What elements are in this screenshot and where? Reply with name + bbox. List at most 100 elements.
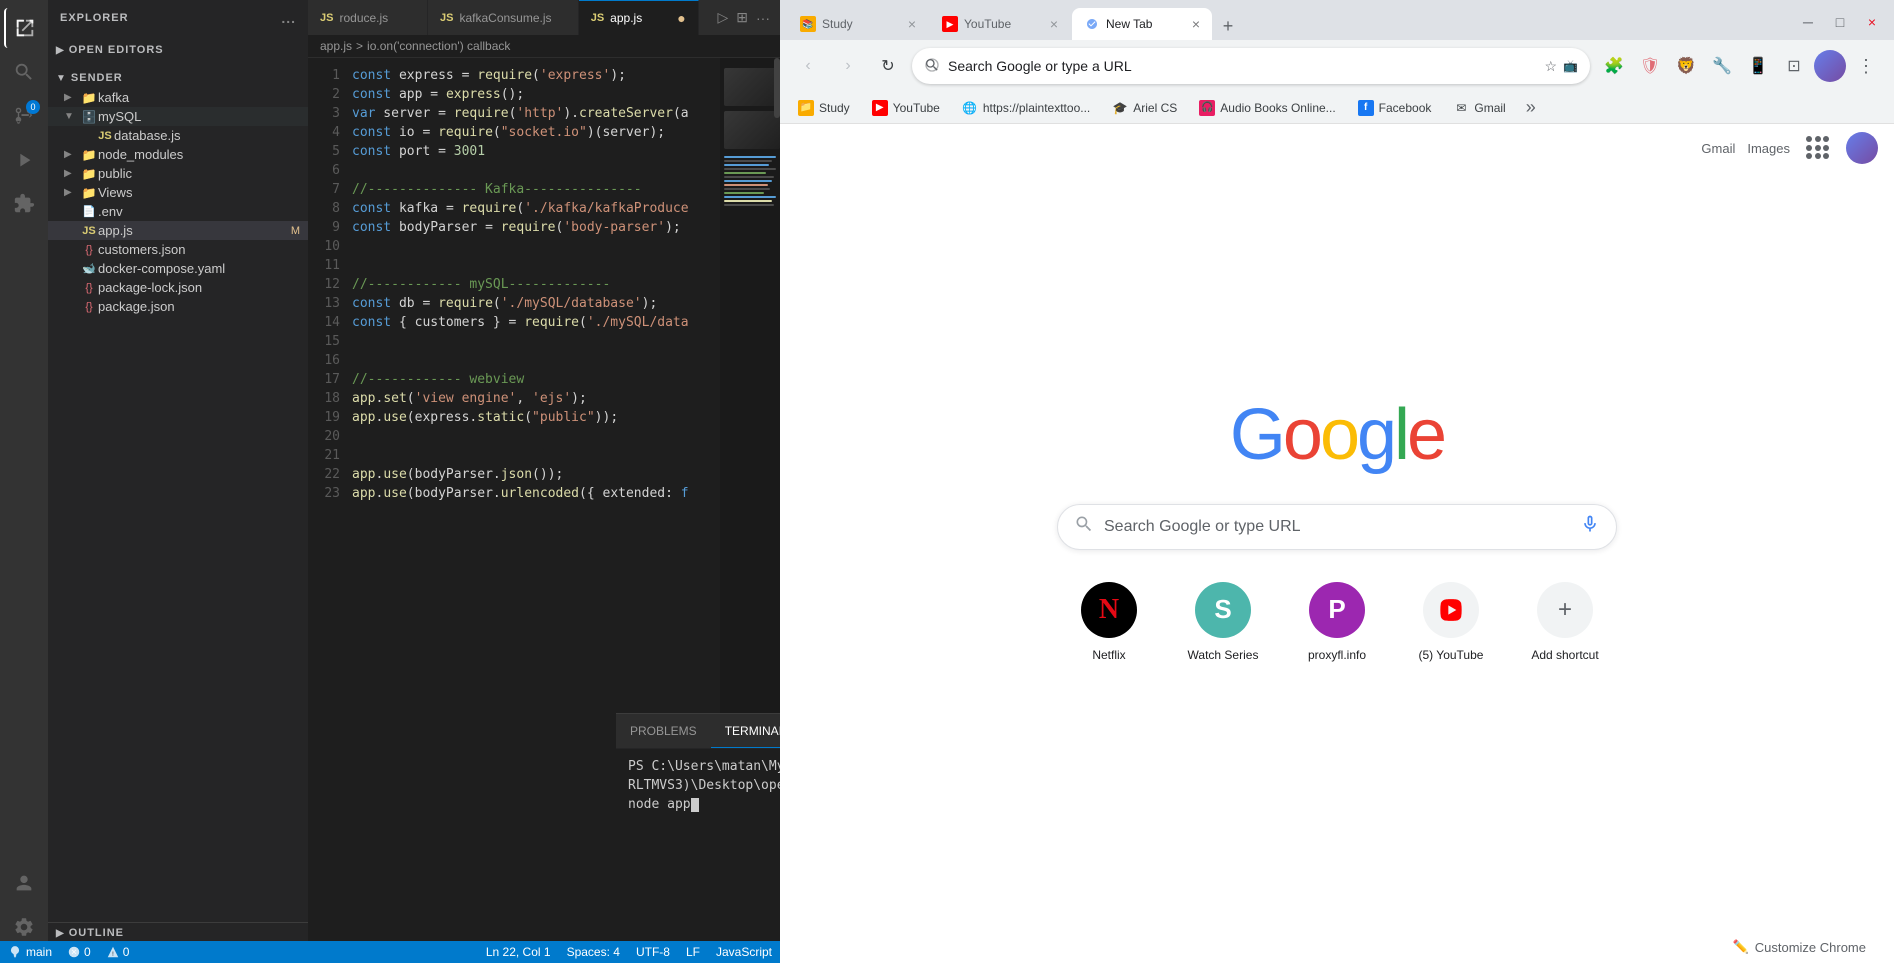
newtab-title: New Tab — [1106, 17, 1182, 31]
breadcrumb-sep: > — [356, 39, 363, 53]
breadcrumb-file[interactable]: app.js — [320, 39, 352, 53]
chrome-tab-youtube[interactable]: ▶ YouTube × — [930, 8, 1070, 40]
sidebar-title: EXPLORER — [60, 12, 129, 24]
shortcut-proxyfl[interactable]: P proxyfl.info — [1289, 582, 1385, 662]
sidebar-header: EXPLORER ... — [48, 0, 308, 32]
tab-kafkaconsume[interactable]: JS kafkaConsume.js × — [428, 0, 579, 35]
newtab-close[interactable]: × — [1192, 16, 1200, 32]
study-tab-favicon: 📚 — [800, 16, 816, 32]
open-editors-section[interactable]: ▶ OPEN EDITORS — [48, 40, 308, 60]
shortcut-youtube[interactable]: (5) YouTube — [1403, 582, 1499, 662]
chrome-maximize-btn[interactable]: □ — [1826, 8, 1854, 36]
activity-run[interactable] — [4, 140, 44, 180]
chrome-close-btn[interactable]: × — [1858, 8, 1886, 36]
customize-chrome-btn[interactable]: ✏️ Customize Chrome — [1721, 933, 1878, 961]
tree-item-package-lock[interactable]: {} package-lock.json — [48, 278, 308, 297]
gmail-header-link[interactable]: Gmail — [1701, 141, 1735, 156]
brave-icon[interactable]: 🦁 — [1670, 50, 1702, 82]
tab-appjs[interactable]: JS app.js ● — [579, 0, 699, 35]
bookmark-gmail[interactable]: ✉ Gmail — [1443, 96, 1515, 120]
chrome-tabbar: 📚 Study × ▶ YouTube × New Tab × + ─ □ × — [780, 0, 1894, 40]
statusbar-right: Ln 22, Col 1 Spaces: 4 UTF-8 LF JavaScri… — [478, 945, 780, 959]
tree-item-kafka[interactable]: ▶ 📁 kafka — [48, 88, 308, 107]
activity-explorer[interactable] — [4, 8, 44, 48]
bookmark-audiobooks[interactable]: 🎧 Audio Books Online... — [1189, 96, 1345, 120]
activity-source-control[interactable]: 0 — [4, 96, 44, 136]
mic-icon[interactable] — [1580, 514, 1600, 539]
tab-roduce[interactable]: JS roduce.js × — [308, 0, 428, 35]
address-search-icon — [924, 57, 940, 76]
bookmark-facebook[interactable]: f Facebook — [1348, 96, 1442, 120]
chrome-menu-btn[interactable]: ⋮ — [1850, 50, 1882, 82]
cast-media-btn[interactable]: 📱 — [1742, 50, 1774, 82]
statusbar-encoding[interactable]: UTF-8 — [628, 945, 678, 959]
extensions-btn[interactable]: 🧩 — [1598, 50, 1630, 82]
back-btn[interactable]: ‹ — [792, 50, 824, 82]
bookmark-arielcs[interactable]: 🎓 Ariel CS — [1102, 96, 1187, 120]
address-bar[interactable]: Search Google or type a URL ☆ 📺 — [912, 48, 1590, 84]
shortcut-add[interactable]: + Add shortcut — [1517, 582, 1613, 662]
profile-extensions-btn[interactable]: 🛡 — [1634, 50, 1666, 82]
tree-item-mysql[interactable]: ▼ 🗄️ mySQL — [48, 107, 308, 126]
breadcrumb-func[interactable]: io.on('connection') callback — [367, 39, 510, 53]
svg-text:✕: ✕ — [71, 947, 77, 956]
bookmark-star-icon[interactable]: ☆ — [1544, 58, 1557, 75]
addr-right-icons: ☆ 📺 — [1544, 58, 1578, 75]
chrome-new-tab-btn[interactable]: + — [1214, 12, 1242, 40]
ntp-user-avatar[interactable] — [1846, 132, 1878, 164]
sidebar-more-btn[interactable]: ... — [281, 10, 296, 26]
bookmark-plaintexttoo[interactable]: 🌐 https://plaintexttoo... — [952, 96, 1100, 120]
search-icon — [1074, 514, 1094, 539]
split-editor-btn[interactable]: ⊞ — [734, 7, 750, 28]
shortcut-netflix[interactable]: N Netflix — [1061, 582, 1157, 662]
outline-section[interactable]: ▶ OUTLINE — [48, 923, 308, 943]
tree-item-public[interactable]: ▶ 📁 public — [48, 164, 308, 183]
statusbar-line-col[interactable]: Ln 22, Col 1 — [478, 945, 559, 959]
images-header-link[interactable]: Images — [1747, 141, 1790, 156]
statusbar-git[interactable]: main — [0, 945, 60, 959]
youtube-tab-favicon: ▶ — [942, 16, 958, 32]
chrome-tab-study[interactable]: 📚 Study × — [788, 8, 928, 40]
study-tab-close[interactable]: × — [908, 16, 916, 32]
tree-item-docker[interactable]: 🐋 docker-compose.yaml — [48, 259, 308, 278]
tree-item-env[interactable]: 📄 .env — [48, 202, 308, 221]
pip-btn[interactable]: ⊡ — [1778, 50, 1810, 82]
google-apps-btn[interactable] — [1802, 132, 1834, 164]
statusbar-warnings[interactable]: ! 0 — [99, 945, 138, 959]
tree-item-appjs[interactable]: JS app.js M — [48, 221, 308, 240]
tree-item-node-modules[interactable]: ▶ 📁 node_modules — [48, 145, 308, 164]
chrome-minimize-btn[interactable]: ─ — [1794, 8, 1822, 36]
user-avatar[interactable] — [1814, 50, 1846, 82]
run-btn[interactable]: ▷ — [715, 7, 730, 28]
search-box[interactable]: Search Google or type URL — [1057, 504, 1617, 550]
forward-btn[interactable]: › — [832, 50, 864, 82]
extensions-puzzle-btn[interactable]: 🔧 — [1706, 50, 1738, 82]
statusbar-language[interactable]: JavaScript — [708, 945, 780, 959]
tree-item-package[interactable]: {} package.json — [48, 297, 308, 316]
bookmark-youtube[interactable]: ▶ YouTube — [862, 96, 950, 120]
cast-icon[interactable]: 📺 — [1563, 59, 1578, 73]
activity-search[interactable] — [4, 52, 44, 92]
reload-btn[interactable]: ↻ — [872, 50, 904, 82]
chrome-tab-newtab[interactable]: New Tab × — [1072, 8, 1212, 40]
statusbar-line-ending[interactable]: LF — [678, 945, 708, 959]
more-actions-btn[interactable]: ··· — [754, 8, 772, 28]
activity-extensions[interactable] — [4, 184, 44, 224]
bookmarks-more-btn[interactable]: » — [1520, 93, 1542, 122]
shortcut-watchseries[interactable]: S Watch Series — [1175, 582, 1271, 662]
tree-item-database[interactable]: JS database.js — [48, 126, 308, 145]
add-shortcut-icon-wrap: + — [1537, 582, 1593, 638]
tree-item-views[interactable]: ▶ 📁 Views — [48, 183, 308, 202]
watchseries-label: Watch Series — [1188, 648, 1259, 662]
bookmark-study[interactable]: 📁 Study — [788, 96, 860, 120]
activity-accounts[interactable] — [4, 863, 44, 903]
statusbar-spaces[interactable]: Spaces: 4 — [559, 945, 628, 959]
google-logo: Google — [1230, 394, 1444, 476]
youtube-tab-close[interactable]: × — [1050, 16, 1058, 32]
tree-item-customers[interactable]: {} customers.json — [48, 240, 308, 259]
panel-tab-problems[interactable]: PROBLEMS — [616, 714, 711, 748]
tab-actions: ▷ ⊞ ··· — [707, 0, 780, 35]
sender-section[interactable]: ▼ SENDER — [48, 68, 308, 88]
statusbar-errors[interactable]: ✕ 0 — [60, 945, 99, 959]
customize-label: Customize Chrome — [1755, 940, 1866, 955]
